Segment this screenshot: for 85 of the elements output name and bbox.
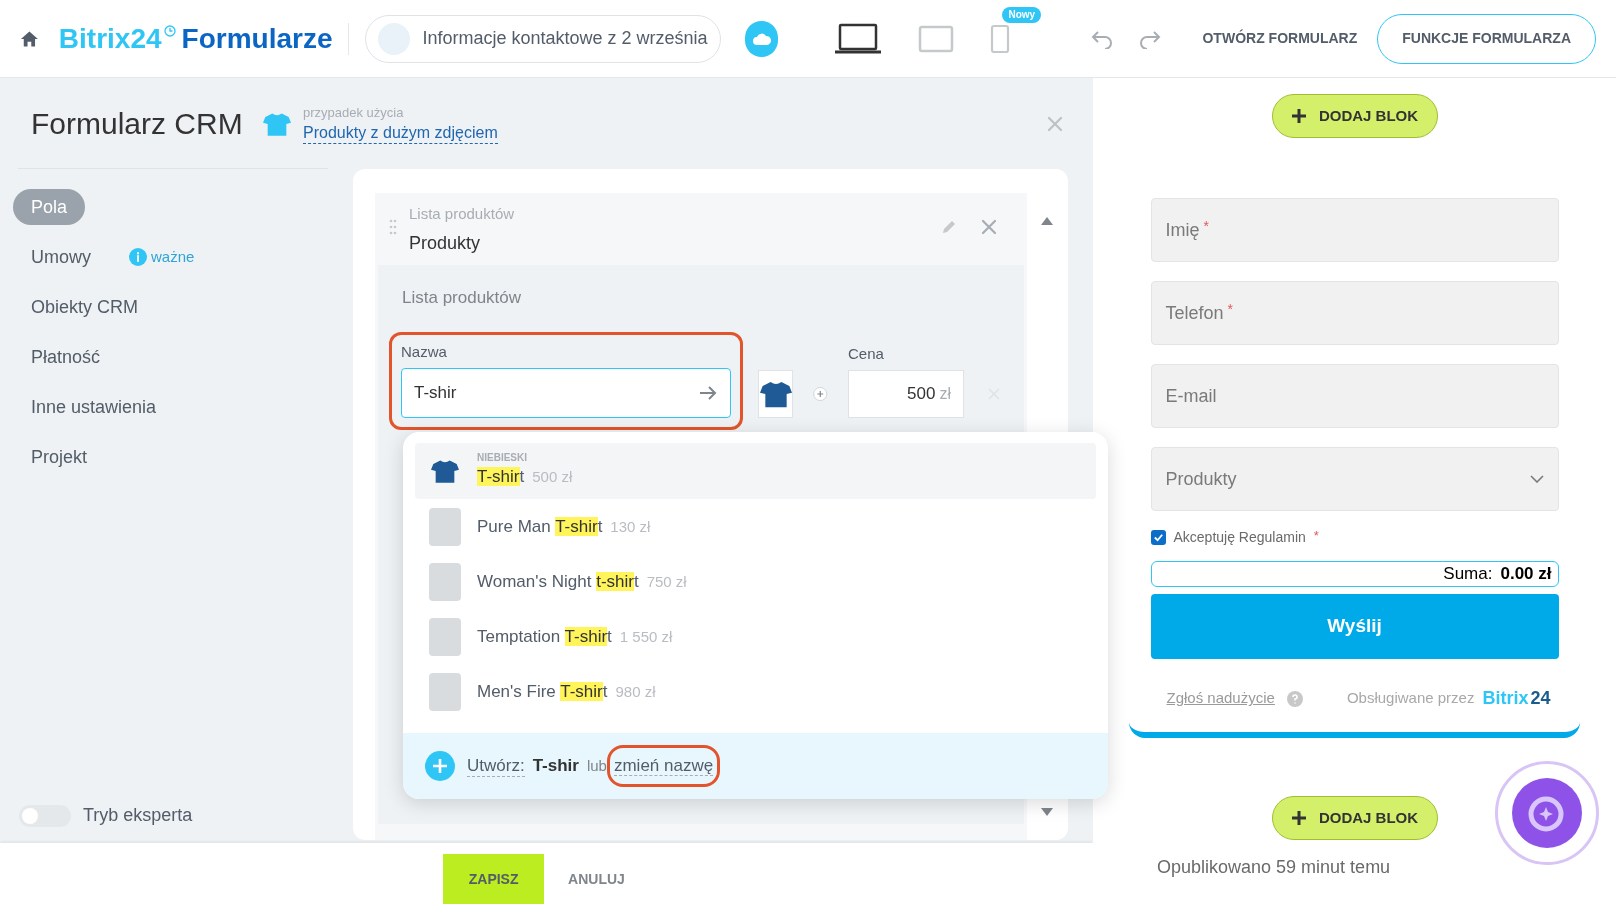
checkbox[interactable] xyxy=(1150,530,1166,545)
drag-handle-icon[interactable] xyxy=(389,219,397,235)
pencil-icon[interactable] xyxy=(941,219,957,235)
sum-value: 0.00 zł xyxy=(1500,563,1552,586)
product-price: 500 zł xyxy=(532,467,573,488)
cloud-button[interactable] xyxy=(744,20,779,57)
photo-placeholder xyxy=(429,672,461,711)
published-status: Opublikowano 59 minut temu xyxy=(1157,856,1391,879)
photo-placeholder xyxy=(429,617,461,656)
plus-icon xyxy=(1290,108,1307,124)
brand-logo: Bitrix24 xyxy=(1482,687,1551,710)
phone-icon[interactable] xyxy=(990,22,1011,55)
logo-text: Bitrix24 xyxy=(58,24,162,53)
field-name: Produkty xyxy=(409,231,482,255)
expert-mode-toggle[interactable] xyxy=(19,804,71,827)
use-case-link[interactable]: Produkty z dużym zdjęciem xyxy=(303,122,498,144)
price-input[interactable]: 500 zł xyxy=(848,369,964,418)
use-case-label: przypadek użycia xyxy=(303,104,405,123)
sidebar-item[interactable]: Projekt xyxy=(13,439,106,475)
product-option[interactable]: NIEBIESKI T-shirt 500 zł xyxy=(415,443,1096,499)
input-field[interactable]: E-mail xyxy=(1150,364,1559,428)
new-badge: Nowy xyxy=(1002,6,1042,23)
required-asterisk: * xyxy=(1203,216,1209,236)
home-icon[interactable] xyxy=(20,29,39,48)
add-block-button[interactable]: DODAJ BLOK xyxy=(1271,796,1438,840)
or-text: lub xyxy=(586,755,607,776)
rename-link[interactable]: zmień nazwę xyxy=(613,756,714,776)
undo-icon[interactable] xyxy=(1090,28,1115,49)
save-button[interactable]: ZAPISZ xyxy=(443,854,545,904)
form-features-button[interactable]: FUNKCJE FORMULARZA xyxy=(1377,13,1596,64)
photo-placeholder xyxy=(429,562,461,601)
product-price: 130 zł xyxy=(610,516,651,537)
add-block-button[interactable]: DODAJ BLOK xyxy=(1271,94,1438,138)
create-value: T-shir xyxy=(532,755,579,778)
product-price: 1 550 zł xyxy=(619,626,673,647)
price-value: 500 xyxy=(907,382,936,405)
close-icon[interactable] xyxy=(981,219,997,235)
input-field[interactable]: Telefon * xyxy=(1150,281,1559,345)
tshirt-icon xyxy=(759,379,792,408)
select-field[interactable]: Produkty xyxy=(1150,447,1559,511)
sidebar-item[interactable]: Płatność xyxy=(13,339,119,375)
product-thumbnail[interactable] xyxy=(758,369,794,418)
plus-icon[interactable] xyxy=(425,751,455,781)
input-field[interactable]: Imię * xyxy=(1150,198,1559,262)
sidebar-item[interactable]: Obiekty CRM xyxy=(13,289,156,325)
sum-box: Suma: 0.00 zł xyxy=(1150,561,1559,587)
required-asterisk: * xyxy=(1313,526,1319,545)
product-price: 750 zł xyxy=(646,571,687,592)
cloud-icon xyxy=(751,31,772,46)
required-asterisk: * xyxy=(1227,299,1233,319)
sidebar-item[interactable]: Inne ustawienia xyxy=(13,389,175,425)
scroll-up-icon[interactable] xyxy=(1041,217,1053,225)
name-input[interactable]: T-shir xyxy=(401,367,731,418)
tshirt-icon xyxy=(431,459,459,483)
plus-icon xyxy=(1290,810,1307,826)
help-icon[interactable] xyxy=(1286,690,1303,707)
cancel-button[interactable]: ANULUJ xyxy=(568,868,625,890)
scroll-down-icon[interactable] xyxy=(1041,808,1053,816)
field-type-label: Lista produktów xyxy=(409,204,515,224)
currency-label: zł xyxy=(939,383,951,404)
variant-label: NIEBIESKI xyxy=(477,452,528,465)
toggle-label: Tryb eksperta xyxy=(83,804,193,827)
photo-placeholder xyxy=(429,507,461,546)
sparkle-icon xyxy=(1512,778,1582,848)
chevron-down-icon xyxy=(1529,475,1544,483)
powered-by-text: Obsługiwane przez xyxy=(1346,688,1475,709)
sidebar-item[interactable]: Umowy xyxy=(13,239,109,275)
laptop-icon[interactable] xyxy=(834,22,883,55)
section-title: Lista produktów xyxy=(402,287,522,307)
clock-icon xyxy=(163,24,176,37)
close-icon[interactable] xyxy=(1047,115,1063,132)
field-label: Nazwa xyxy=(401,342,448,362)
tshirt-icon xyxy=(263,111,291,136)
tablet-icon[interactable] xyxy=(918,24,955,53)
panel-title: Formularz CRM xyxy=(31,105,243,142)
info-icon xyxy=(129,248,147,266)
product-price: 980 zł xyxy=(615,681,656,702)
redo-icon[interactable] xyxy=(1138,28,1163,49)
check-icon xyxy=(1152,532,1164,543)
open-form-link[interactable]: OTWÓRZ FORMULARZ xyxy=(1202,28,1358,49)
field-label: Cena xyxy=(848,344,885,364)
product-title: Formularze xyxy=(181,24,333,53)
checkbox-label: Akceptuję Regulamin xyxy=(1173,528,1306,547)
product-name: T-shirt xyxy=(477,466,525,489)
create-link[interactable]: Utwórz: xyxy=(467,755,525,777)
